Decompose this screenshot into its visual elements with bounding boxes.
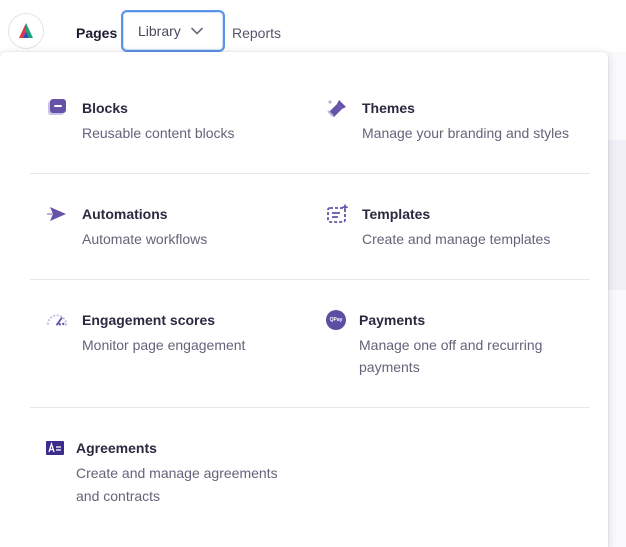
menu-item-title: Templates [362,206,431,222]
menu-item-title: Themes [362,100,415,116]
menu-item-description: Monitor page engagement [82,337,246,353]
menu-item-title: Automations [82,206,168,222]
nav-pages[interactable]: Pages [76,24,117,42]
menu-item-templates[interactable]: Templates Create and manage templates [326,202,596,252]
menu-item-payments[interactable]: QPay Payments Manage one off and recurri… [326,308,596,378]
menu-item-title: Payments [359,312,426,328]
menu-item-description: Create and manage templates [362,231,551,247]
menu-item-title: Agreements [76,440,157,456]
menu-item-title: Blocks [82,100,128,116]
menu-item-automations[interactable]: Automations Automate workflows [46,202,286,252]
brand-logo[interactable] [8,13,44,49]
brand-logo-icon [19,23,33,38]
menu-item-agreements[interactable]: Agreements Create and manage agreements … [46,436,306,506]
blocks-icon [46,98,68,118]
nav-reports[interactable]: Reports [232,24,281,42]
menu-item-description-line1: Manage one off and recurring [359,337,543,353]
menu-item-engagement-scores[interactable]: Engagement scores Monitor page engagemen… [46,308,306,358]
paintbrush-icon [326,98,348,118]
top-navigation: Pages Library Reports [0,0,626,60]
background-stripe [608,140,626,290]
menu-divider [30,173,590,174]
menu-divider [30,407,590,408]
gauge-icon [46,310,68,330]
menu-item-themes[interactable]: Themes Manage your branding and styles [326,96,596,146]
menu-item-description: Automate workflows [82,231,208,247]
menu-divider [30,279,590,280]
menu-item-description: Manage your branding and styles [362,125,570,141]
menu-item-description-line2: payments [359,359,420,375]
library-dropdown-menu: Blocks Reusable content blocks Themes Ma… [0,52,608,547]
background-page-edge [608,52,626,547]
payments-badge: QPay [329,317,343,323]
menu-item-description: Reusable content blocks [82,125,235,141]
chevron-down-icon [190,27,203,35]
nav-library-dropdown[interactable]: Library [121,10,225,52]
menu-item-description-line1: Create and manage agreements [76,465,278,481]
menu-item-description-line2: and contracts [76,488,161,504]
agreements-icon [46,438,64,458]
nav-library-label: Library [138,23,181,39]
automation-icon [46,204,68,224]
menu-item-blocks[interactable]: Blocks Reusable content blocks [46,96,286,146]
templates-icon [326,204,348,224]
menu-item-title: Engagement scores [82,312,216,328]
